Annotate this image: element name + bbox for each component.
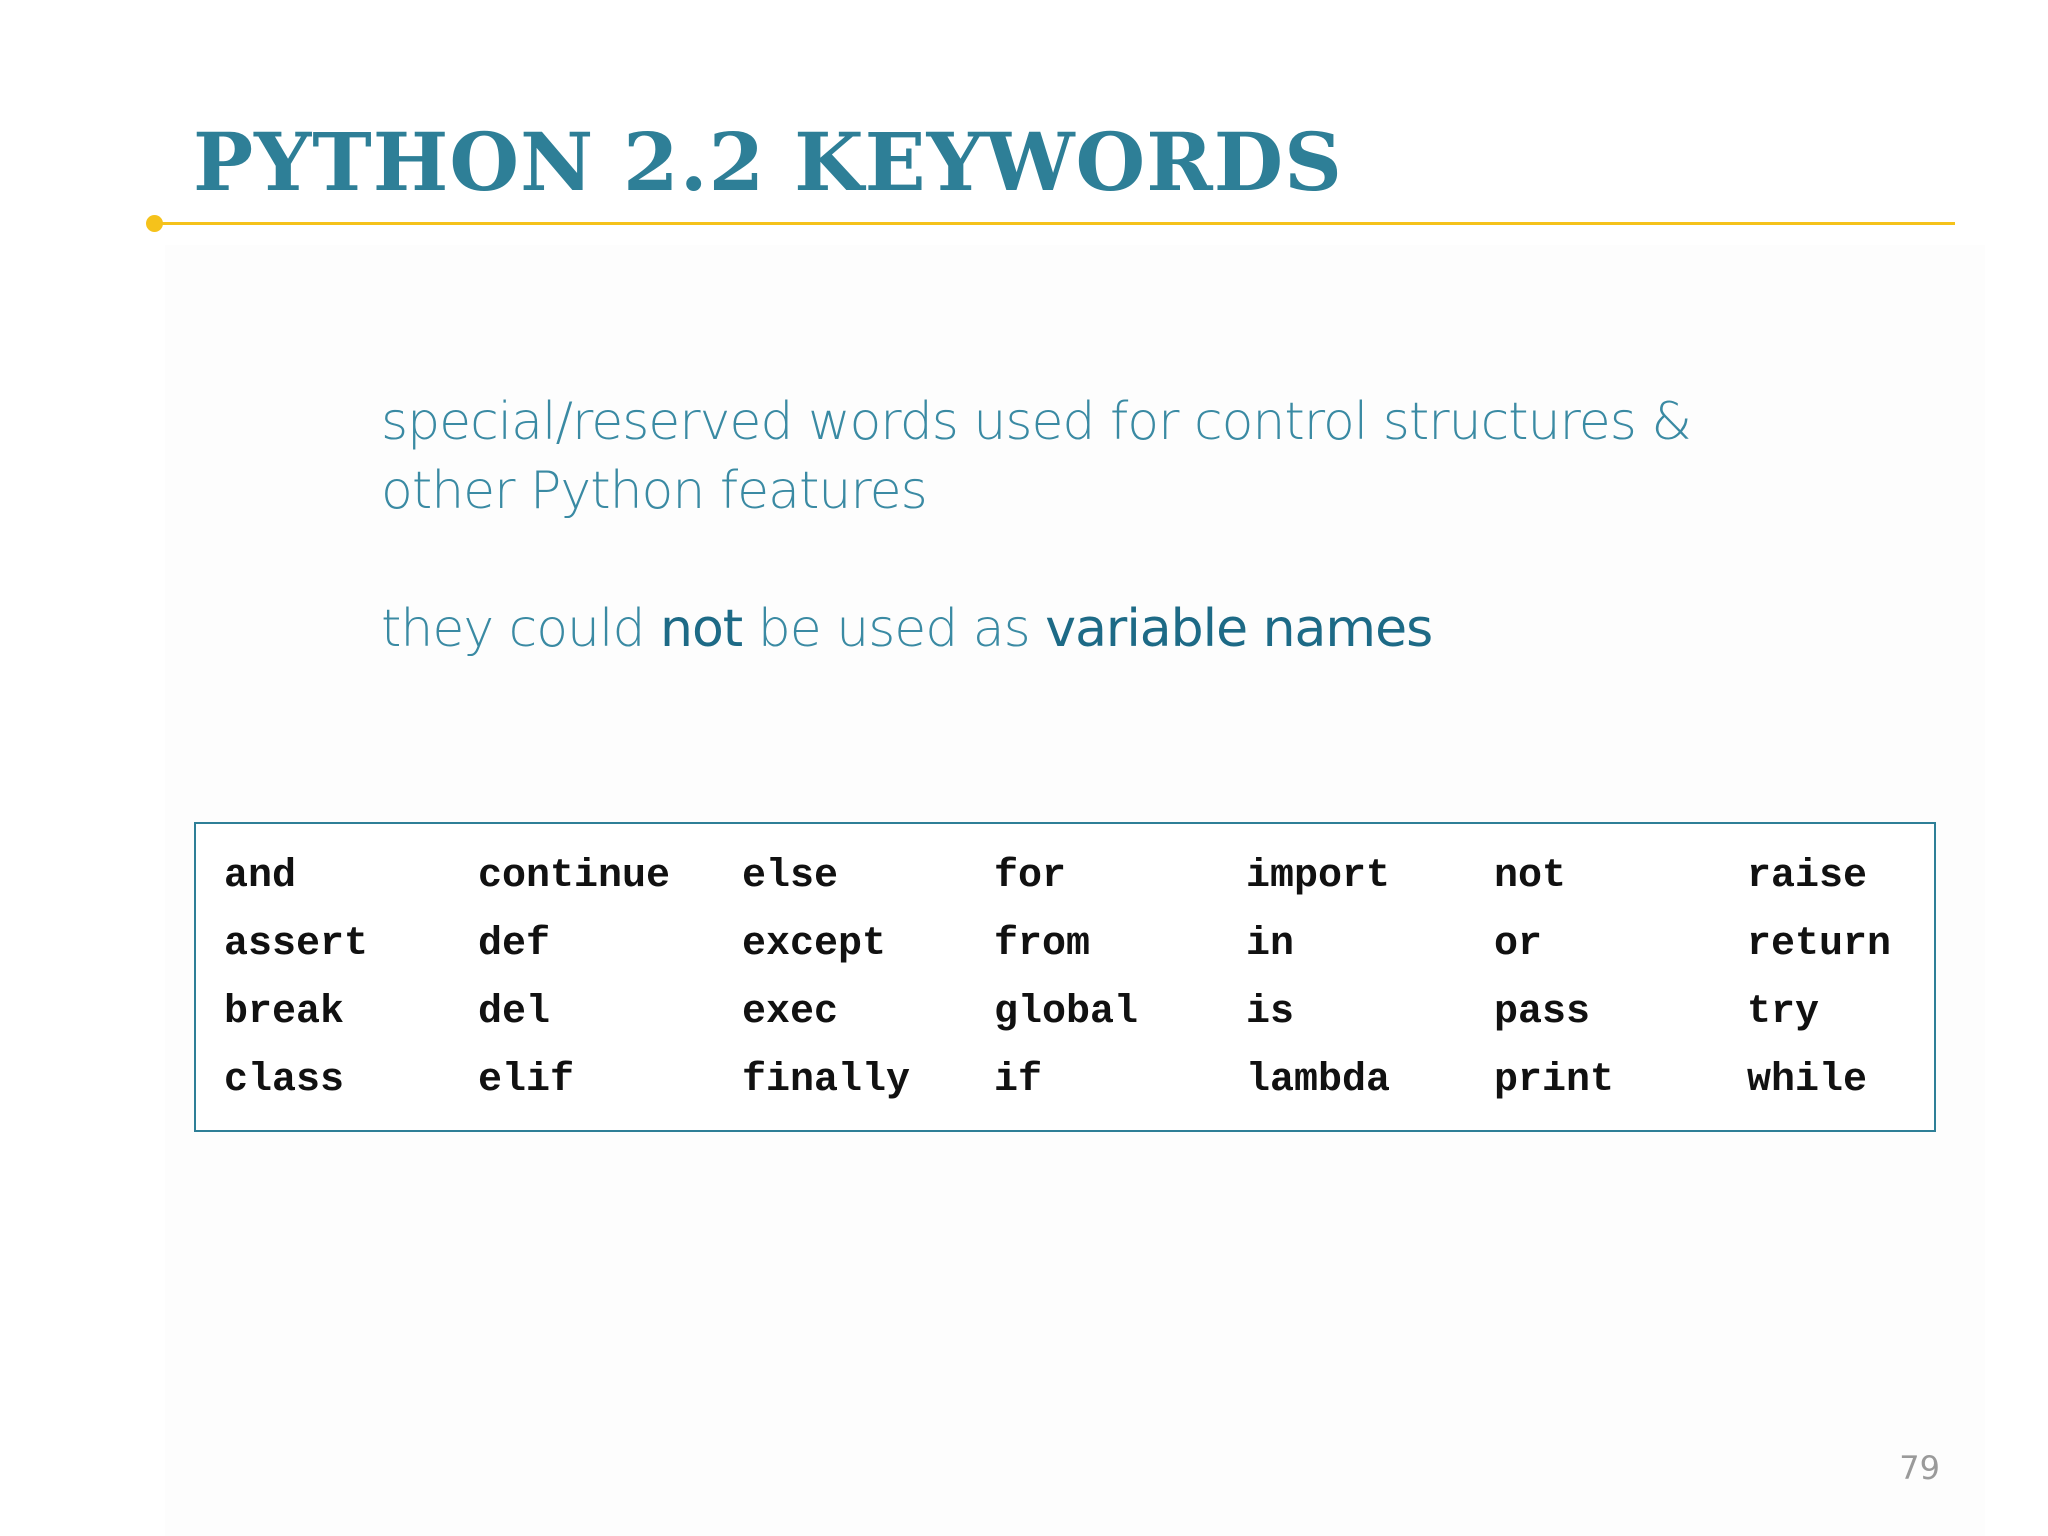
body-line-2: other Python features: [381, 461, 928, 521]
keywords-row: break del exec global is pass try: [224, 978, 1907, 1046]
keyword-cell: if: [994, 1057, 1043, 1103]
keyword-cell: from: [994, 921, 1091, 967]
keyword-cell: in: [1246, 921, 1295, 967]
keyword-cell: pass: [1494, 989, 1591, 1035]
keyword-cell: except: [742, 921, 887, 967]
keyword-cell: print: [1494, 1057, 1615, 1103]
keywords-row: assert def except from in or return: [224, 910, 1907, 978]
keywords-table: and continue else for import not raise assert de…: [224, 842, 1907, 1114]
keywords-table-body: and continue else for import not raise assert de…: [224, 842, 1907, 1114]
keyword-cell: return: [1747, 921, 1892, 967]
body-line-1: special/reserved words used for control …: [381, 392, 1692, 452]
keyword-cell: lambda: [1246, 1057, 1391, 1103]
keyword-cell: try: [1747, 989, 1820, 1035]
keyword-cell: not: [1494, 853, 1567, 899]
keyword-cell: global: [994, 989, 1139, 1035]
keyword-cell: exec: [742, 989, 839, 1035]
keyword-cell: for: [994, 853, 1067, 899]
keyword-cell: class: [224, 1057, 345, 1103]
emphasis-not: not: [660, 599, 743, 659]
keyword-cell: def: [478, 921, 551, 967]
keyword-cell: raise: [1747, 853, 1868, 899]
keywords-row: and continue else for import not raise: [224, 842, 1907, 910]
keyword-cell: or: [1494, 921, 1543, 967]
body-line-3-middle: be used as: [742, 599, 1046, 659]
body-line-3-prefix: they could: [381, 599, 660, 659]
emphasis-variable-names: variable names: [1045, 599, 1433, 659]
keyword-cell: finally: [742, 1057, 911, 1103]
keyword-cell: and: [224, 853, 297, 899]
keyword-cell: else: [742, 853, 839, 899]
slide-title: PYTHON 2.2 KEYWORDS: [193, 115, 1343, 209]
keyword-cell: continue: [478, 853, 671, 899]
keywords-row: class elif finally if lambda print while: [224, 1046, 1907, 1114]
body-line-3: they could not be used as variable names: [381, 595, 1781, 664]
title-underline-dot: [146, 215, 163, 232]
body-text: special/reserved words used for control …: [381, 388, 1781, 664]
keyword-cell: del: [478, 989, 551, 1035]
keyword-cell: assert: [224, 921, 369, 967]
keyword-cell: import: [1246, 853, 1391, 899]
keywords-table-box: and continue else for import not raise assert de…: [194, 822, 1936, 1132]
title-underline: [155, 222, 1955, 225]
slide: PYTHON 2.2 KEYWORDS special/reserved wor…: [0, 0, 2048, 1536]
page-number: 79: [1899, 1449, 1940, 1487]
keyword-cell: break: [224, 989, 345, 1035]
keyword-cell: while: [1747, 1057, 1868, 1103]
keyword-cell: elif: [478, 1057, 575, 1103]
keyword-cell: is: [1246, 989, 1295, 1035]
